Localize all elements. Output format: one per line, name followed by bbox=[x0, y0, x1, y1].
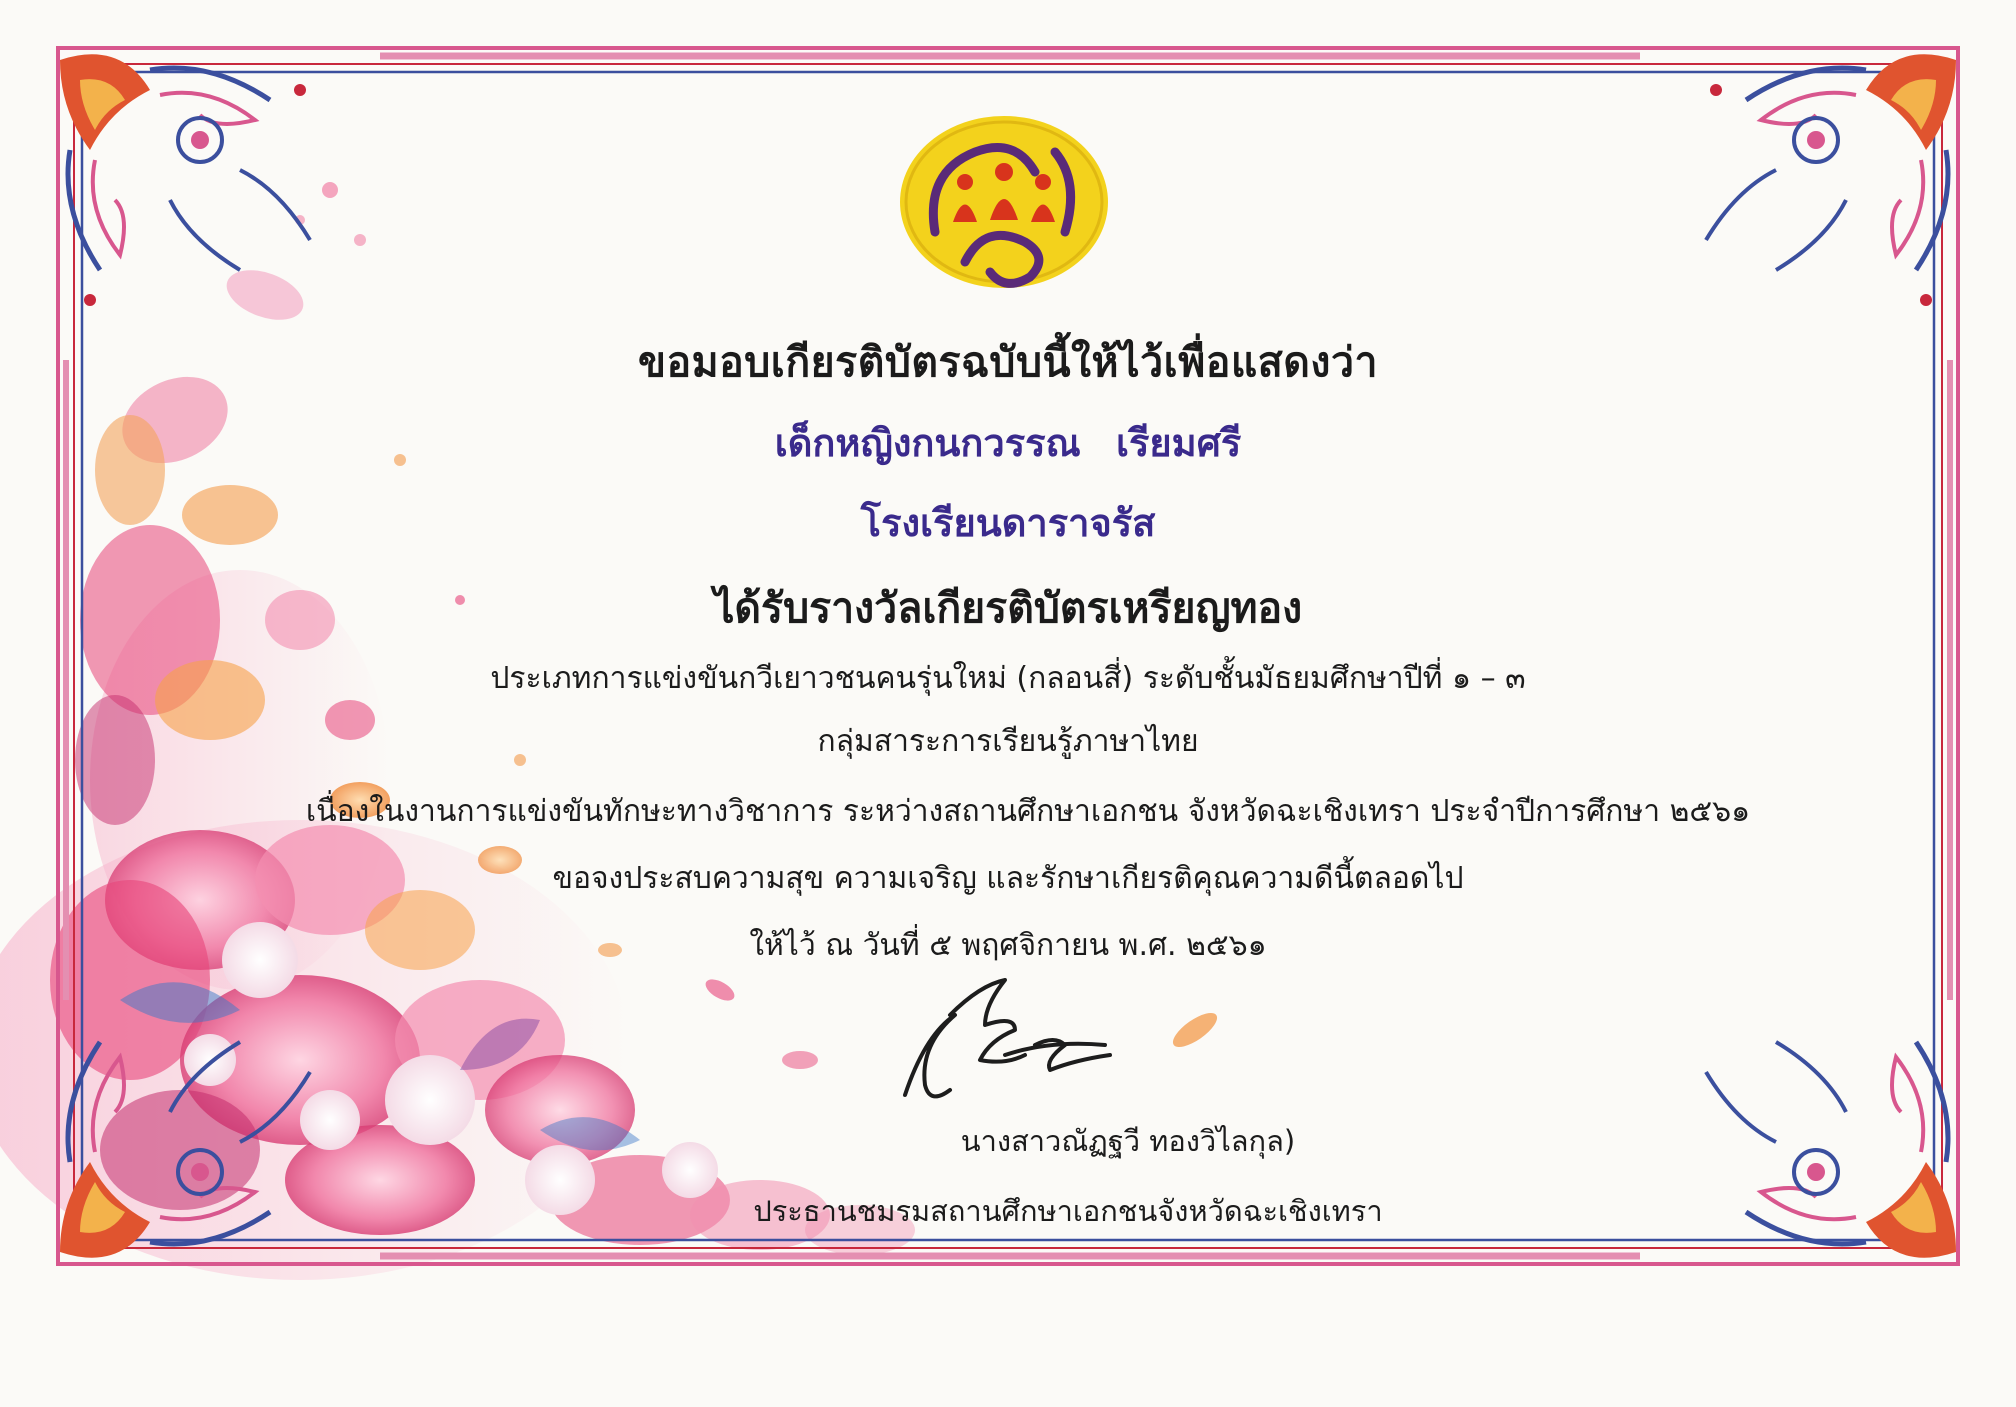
subject-group: กลุ่มสาระการเรียนรู้ภาษาไทย bbox=[817, 724, 1199, 759]
handwritten-signature-icon bbox=[903, 978, 1112, 1099]
certificate-heading: ขอมอบเกียรติบัตรฉบับนี้ให้ไว้เพื่อแสดงว่… bbox=[637, 338, 1378, 386]
issue-date: ให้ไว้ ณ วันที่ ๕ พฤศจิกายน พ.ศ. ๒๕๖๑ bbox=[749, 928, 1267, 963]
competition-category: ประเภทการแข่งขันกวีเยาวชนคนรุ่นใหม่ (กลอ… bbox=[490, 661, 1526, 696]
school-name: โรงเรียนดาราจรัส bbox=[860, 501, 1156, 545]
blessing-text: ขอจงประสบความสุข ความเจริญ และรักษาเกียร… bbox=[552, 861, 1464, 896]
corner-ornament-top-right bbox=[1704, 54, 1956, 306]
signer-title: ประธานชมรมสถานศึกษาเอกชนจังหวัดฉะเชิงเทร… bbox=[753, 1194, 1383, 1228]
recipient-name: เด็กหญิงกนกวรรณ เรียมศรี bbox=[774, 421, 1242, 465]
occasion-text: เนื่องในงานการแข่งขันทักษะทางวิชาการ ระห… bbox=[305, 794, 1751, 829]
corner-ornament-top-left bbox=[60, 54, 312, 306]
signer-name: นางสาวณัฏฐวี ทองวิไลกุล) bbox=[960, 1124, 1296, 1158]
award-title: ได้รับรางวัลเกียรติบัตรเหรียญทอง bbox=[713, 584, 1303, 632]
association-emblem-icon bbox=[900, 116, 1108, 288]
